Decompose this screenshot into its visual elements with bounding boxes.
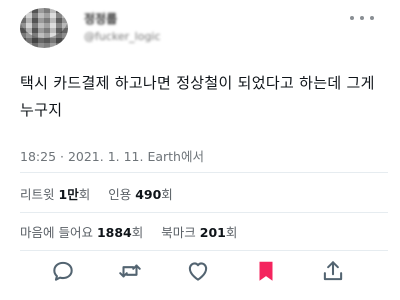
like-unit: 회 [131, 225, 144, 240]
retweet-count[interactable]: 1만 [59, 187, 79, 202]
display-name[interactable]: 정정룹 [84, 10, 117, 27]
like-button[interactable] [185, 258, 211, 284]
tweet-timestamp[interactable]: 18:25 · 2021. 1. 11. Earth에서 [20, 146, 204, 165]
share-icon [323, 261, 343, 281]
divider [20, 172, 388, 173]
quote-unit: 회 [161, 187, 173, 202]
retweet-label: 리트윗 [20, 187, 55, 202]
stats-row-likes: 마음에 들어요 1884회 북마크 201회 [20, 222, 237, 241]
quote-label: 인용 [108, 187, 132, 202]
like-icon [188, 262, 208, 281]
more-icon[interactable] [350, 12, 374, 24]
bookmark-label: 북마크 [161, 225, 196, 240]
reply-button[interactable] [50, 258, 76, 284]
share-button[interactable] [320, 258, 346, 284]
retweet-button[interactable] [117, 258, 143, 284]
bookmark-count[interactable]: 201 [200, 225, 226, 240]
stats-row-retweets: 리트윗 1만회 인용 490회 [20, 184, 173, 203]
avatar[interactable] [20, 8, 68, 48]
user-handle[interactable]: @fucker_logic [84, 30, 161, 43]
retweet-unit: 회 [78, 187, 91, 202]
bookmark-button[interactable] [253, 258, 279, 284]
quote-count[interactable]: 490 [135, 187, 161, 202]
retweet-icon [119, 264, 141, 278]
like-count[interactable]: 1884 [97, 225, 132, 240]
tweet-header: 정정룹 @fucker_logic [0, 0, 400, 60]
divider [20, 212, 388, 213]
bookmark-unit: 회 [225, 225, 238, 240]
divider [20, 250, 388, 251]
tweet-text: 택시 카드결제 하고나면 정상철이 되었다고 하는데 그게 누구지 [20, 74, 375, 119]
like-label: 마음에 들어요 [20, 225, 93, 240]
bookmark-icon [259, 261, 273, 281]
reply-icon [53, 261, 73, 281]
action-bar [0, 256, 400, 286]
